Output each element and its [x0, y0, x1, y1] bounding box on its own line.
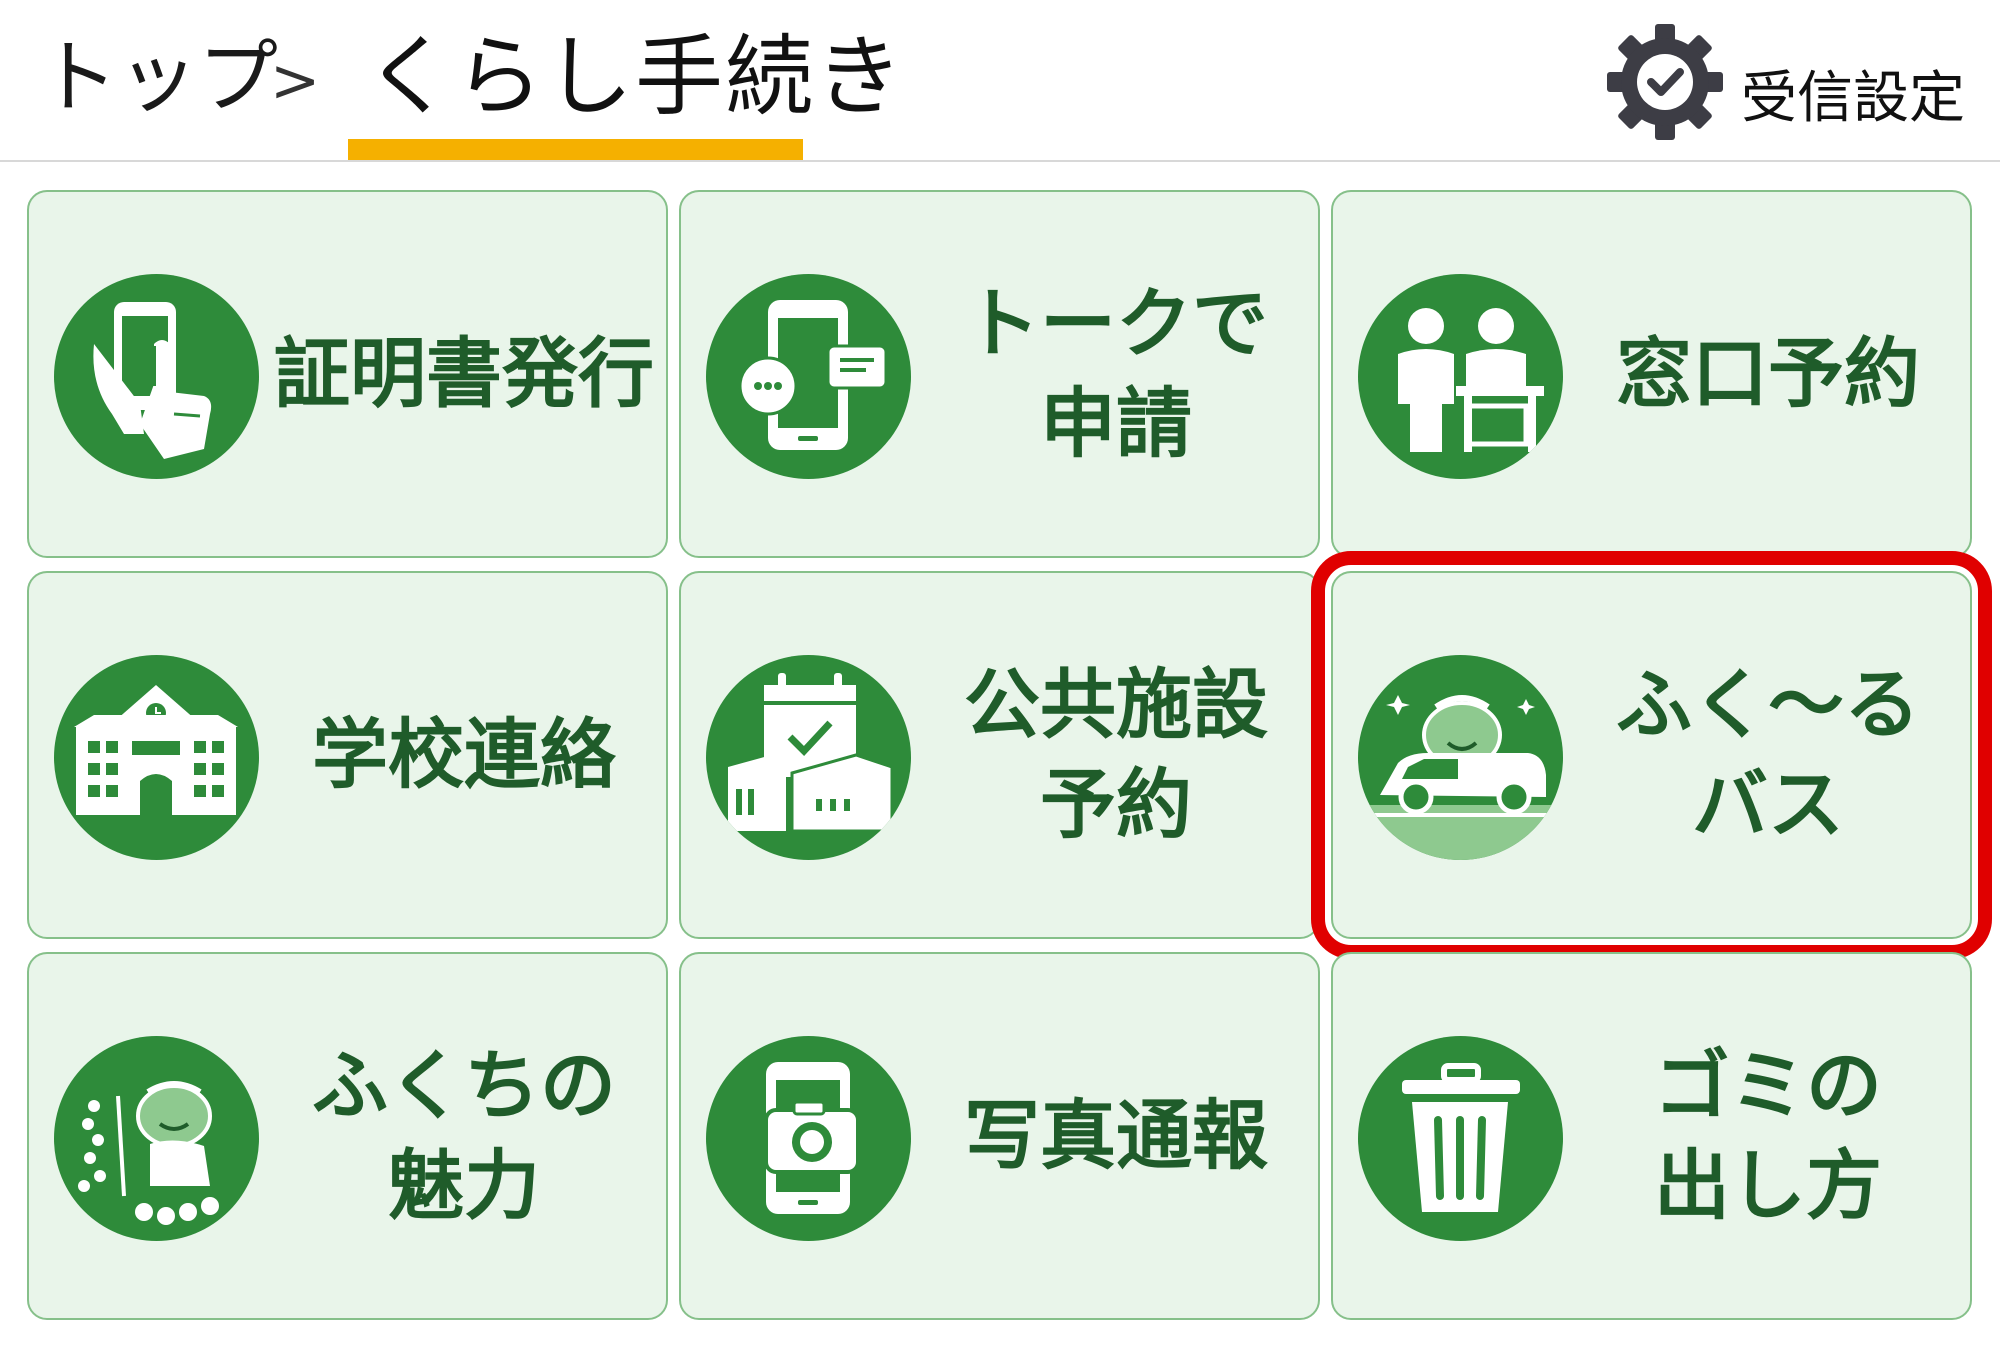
tile-garbage-disposal[interactable]: ゴミの 出し方 — [1331, 952, 1972, 1320]
breadcrumb-current: くらし手続き — [365, 25, 906, 128]
tile-label: ゴミの 出し方 — [1654, 1041, 1882, 1230]
calendar-facility-icon — [706, 655, 911, 860]
tile-label: ふくちの 魅力 — [312, 1041, 616, 1230]
tile-talk-application[interactable]: トークで 申請 — [679, 190, 1320, 558]
service-counter-icon — [1358, 274, 1563, 479]
header-bar: トップ > くらし手続き 受信設定 — [0, 0, 2000, 162]
tile-label: 証明書発行 — [274, 329, 654, 418]
smartphone-chat-icon — [706, 274, 911, 479]
tile-label: トークで 申請 — [964, 279, 1268, 468]
smartphone-camera-icon — [706, 1036, 911, 1241]
tile-label: 写真通報 — [964, 1091, 1268, 1180]
tile-label: 公共施設 予約 — [964, 660, 1268, 849]
receive-settings-label: 受信設定 — [1741, 66, 1965, 131]
trash-can-icon — [1358, 1036, 1563, 1241]
tile-school-contact[interactable]: 学校連絡 — [27, 571, 668, 939]
tile-fukuru-bus[interactable]: ふく～る バス — [1311, 551, 1992, 959]
tile-fukuchi-attractions[interactable]: ふくちの 魅力 — [27, 952, 668, 1320]
breadcrumb-separator: > — [270, 46, 321, 116]
tile-photo-report[interactable]: 写真通報 — [679, 952, 1320, 1320]
active-tab-underline — [348, 139, 803, 160]
mascot-bus-icon — [1358, 655, 1563, 860]
receive-settings-button[interactable]: 受信設定 — [1605, 22, 1985, 142]
tile-certificate-issue[interactable]: 証明書発行 — [27, 190, 668, 558]
smartphone-hand-icon — [54, 274, 259, 479]
menu-grid: 証明書発行 トークで 申請 窓口予約 学校連絡 公共施設 予約 ふく～る バス … — [0, 0, 2000, 1349]
tile-label: 学校連絡 — [312, 710, 616, 799]
school-building-icon — [54, 655, 259, 860]
gear-check-icon — [1607, 24, 1723, 140]
tile-public-facility-reservation[interactable]: 公共施設 予約 — [679, 571, 1320, 939]
tile-counter-reservation[interactable]: 窓口予約 — [1331, 190, 1972, 558]
mascot-flowers-icon — [54, 1036, 259, 1241]
tile-label: ふく～る バス — [1616, 660, 1920, 849]
tile-label: 窓口予約 — [1616, 329, 1920, 418]
breadcrumb-top[interactable]: トップ — [38, 28, 278, 128]
